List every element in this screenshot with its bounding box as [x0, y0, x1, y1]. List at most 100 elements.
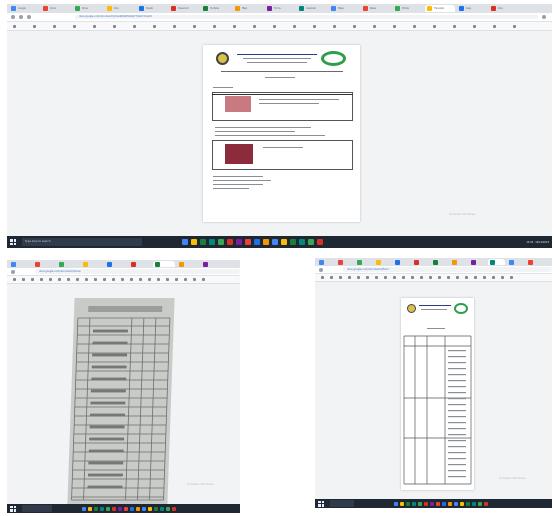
browser-tab[interactable]: Calendar — [297, 5, 327, 11]
toolbar-button[interactable] — [166, 278, 169, 281]
toolbar-button[interactable] — [33, 24, 36, 28]
browser-tab[interactable]: News — [361, 5, 391, 11]
toolbar-button[interactable] — [366, 276, 369, 279]
toolbar-button[interactable] — [273, 24, 276, 28]
taskbar-app-icon[interactable] — [160, 506, 164, 511]
toolbar-button[interactable] — [453, 24, 456, 28]
toolbar-button[interactable] — [333, 24, 336, 28]
toolbar-button[interactable] — [339, 276, 342, 279]
browser-tab[interactable]: Docs — [105, 5, 135, 11]
toolbar-button[interactable] — [313, 24, 316, 28]
toolbar-button[interactable] — [94, 278, 97, 281]
taskbar-app-icon[interactable] — [308, 239, 314, 245]
browser-tab[interactable] — [57, 261, 79, 267]
taskbar-app-icon[interactable] — [82, 506, 86, 511]
browser-tab[interactable] — [177, 261, 199, 267]
taskbar-app-icon[interactable] — [182, 239, 188, 245]
taskbar-app-icon[interactable] — [263, 239, 269, 245]
taskbar-app-icon[interactable] — [209, 239, 215, 245]
toolbar-button[interactable] — [413, 24, 416, 28]
taskbar-app-icon[interactable] — [436, 501, 440, 506]
taskbar-app-icon[interactable] — [166, 506, 170, 511]
taskbar-search-input[interactable] — [330, 500, 354, 507]
toolbar-button[interactable] — [157, 278, 160, 281]
browser-tab[interactable] — [201, 261, 223, 267]
toolbar-button[interactable] — [493, 24, 496, 28]
browser-tab[interactable] — [9, 261, 31, 267]
address-input[interactable]: docs.google.com/document/d/form — [343, 267, 552, 272]
toolbar-button[interactable] — [233, 24, 236, 28]
taskbar-app-icon[interactable] — [424, 501, 428, 506]
taskbar-app-icon[interactable] — [124, 506, 128, 511]
toolbar-button[interactable] — [73, 24, 76, 28]
taskbar-app-icon[interactable] — [154, 506, 158, 511]
browser-tab[interactable]: Drive — [73, 5, 103, 11]
toolbar-button[interactable] — [58, 278, 61, 281]
toolbar-button[interactable] — [474, 276, 477, 279]
taskbar-app-icon[interactable] — [448, 501, 452, 506]
taskbar-app-icon[interactable] — [236, 239, 242, 245]
taskbar-app-icon[interactable] — [148, 506, 152, 511]
browser-tab[interactable]: Translate — [425, 5, 455, 12]
toolbar-button[interactable] — [501, 276, 504, 279]
toolbar-button[interactable] — [112, 278, 115, 281]
toolbar-button[interactable] — [153, 24, 156, 28]
browser-tab[interactable] — [507, 259, 524, 265]
toolbar-button[interactable] — [113, 24, 116, 28]
toolbar-button[interactable] — [393, 276, 396, 279]
browser-tab[interactable] — [450, 259, 467, 265]
taskbar-app-icon[interactable] — [172, 506, 176, 511]
toolbar-button[interactable] — [139, 278, 142, 281]
toolbar-button[interactable] — [93, 24, 96, 28]
taskbar-app-icon[interactable] — [254, 239, 260, 245]
toolbar-button[interactable] — [133, 24, 136, 28]
taskbar-app-icon[interactable] — [118, 506, 122, 511]
browser-tab[interactable] — [129, 261, 151, 267]
taskbar-app-icon[interactable] — [142, 506, 146, 511]
toolbar-button[interactable] — [384, 276, 387, 279]
toolbar-button[interactable] — [465, 276, 468, 279]
back-icon[interactable] — [11, 15, 15, 19]
toolbar-button[interactable] — [49, 278, 52, 281]
windows-start-icon[interactable] — [10, 239, 16, 245]
reload-icon[interactable] — [27, 15, 31, 19]
taskbar-app-icon[interactable] — [466, 501, 470, 506]
toolbar-button[interactable] — [121, 278, 124, 281]
taskbar-app-icon[interactable] — [100, 506, 104, 511]
browser-tab[interactable] — [393, 259, 410, 265]
toolbar-button[interactable] — [213, 24, 216, 28]
toolbar-button[interactable] — [103, 278, 106, 281]
browser-tab[interactable]: Docs — [489, 5, 519, 11]
browser-tab[interactable] — [355, 259, 372, 265]
taskbar-app-icon[interactable] — [245, 239, 251, 245]
toolbar-button[interactable] — [348, 276, 351, 279]
browser-tab[interactable]: Keep — [457, 5, 487, 11]
taskbar-app-icon[interactable] — [200, 239, 206, 245]
toolbar-button[interactable] — [510, 276, 513, 279]
taskbar-app-icon[interactable] — [227, 239, 233, 245]
toolbar-button[interactable] — [148, 278, 151, 281]
browser-tab[interactable]: Sheets — [137, 5, 167, 11]
browser-tab[interactable] — [374, 259, 391, 265]
taskbar-app-icon[interactable] — [400, 501, 404, 506]
toolbar-button[interactable] — [393, 24, 396, 28]
browser-tab[interactable] — [81, 261, 103, 267]
browser-tab[interactable]: Inbox — [41, 5, 71, 11]
toolbar-button[interactable] — [85, 278, 88, 281]
taskbar-app-icon[interactable] — [442, 501, 446, 506]
toolbar-button[interactable] — [420, 276, 423, 279]
toolbar-button[interactable] — [202, 278, 205, 281]
browser-tab[interactable]: Google — [9, 5, 39, 11]
toolbar-button[interactable] — [293, 24, 296, 28]
taskbar-app-icon[interactable] — [460, 501, 464, 506]
toolbar-button[interactable] — [253, 24, 256, 28]
back-icon[interactable] — [11, 269, 15, 274]
taskbar-app-icon[interactable] — [412, 501, 416, 506]
toolbar-button[interactable] — [473, 24, 476, 28]
browser-tab[interactable] — [317, 259, 334, 265]
windows-start-icon[interactable] — [318, 500, 324, 507]
toolbar-button[interactable] — [173, 24, 176, 28]
toolbar-button[interactable] — [13, 24, 16, 28]
address-input[interactable]: docs.google.com/document/d/1xA9kQzP3vRwT… — [75, 14, 538, 20]
browser-tab[interactable] — [469, 259, 486, 265]
